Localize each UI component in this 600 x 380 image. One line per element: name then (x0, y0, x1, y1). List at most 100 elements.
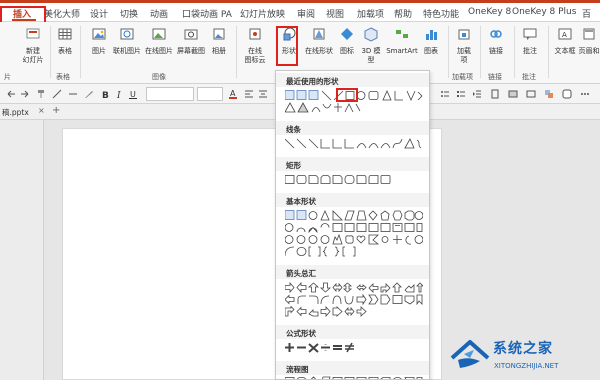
divider (448, 26, 449, 78)
more-options-icon[interactable] (580, 89, 590, 99)
format-painter-icon[interactable] (36, 89, 46, 99)
album-label: 相册 (212, 47, 226, 55)
tab-design[interactable]: 设计 (90, 7, 108, 20)
group-label-slides: 片 (4, 73, 11, 81)
align-left-icon[interactable] (244, 89, 254, 99)
smartart-button[interactable]: SmartArt (384, 26, 420, 56)
tab-pocket-animation[interactable]: 口袋动画 PA (182, 7, 232, 20)
svg-text:A: A (230, 89, 236, 98)
addin-icon (458, 29, 470, 40)
basic-shapes-row-3[interactable] (285, 234, 423, 245)
tab-onekey8plus[interactable]: OneKey 8 Plus (512, 7, 576, 17)
table-button[interactable]: 表格 (54, 26, 76, 56)
quick-style-icon[interactable] (562, 89, 572, 99)
file-close-icon[interactable]: × (38, 106, 45, 115)
tab-review[interactable]: 审阅 (297, 7, 315, 20)
link-button[interactable]: 链接 (484, 26, 508, 56)
textbox-icon: A (558, 28, 572, 40)
tab-beautify[interactable]: 美化大师 (44, 7, 80, 20)
comment-button[interactable]: 批注 (518, 26, 542, 56)
new-slide-button[interactable]: 新建 幻灯片 (20, 26, 46, 65)
section-equation-shapes: 公式形状 (276, 325, 429, 339)
online-shapes-icon (313, 28, 325, 40)
tab-view[interactable]: 视图 (326, 7, 344, 20)
flowchart-row[interactable] (285, 376, 423, 379)
screenshot-button[interactable]: 屏幕截图 (176, 26, 206, 56)
undo-icon[interactable] (6, 89, 16, 99)
3d-model-icon (364, 27, 378, 42)
align-center-icon[interactable] (258, 89, 268, 99)
online-image-label: 在线图片 (145, 47, 173, 55)
shape-outline-icon[interactable] (526, 89, 536, 99)
divider (50, 26, 51, 78)
picture-label: 图片 (92, 47, 106, 55)
basic-shapes-row-4[interactable] (285, 246, 423, 257)
addin-label: 加载 (457, 47, 471, 55)
bold-icon[interactable]: B (100, 89, 110, 99)
bullet-list-icon[interactable] (440, 89, 450, 99)
arrows-row-1[interactable] (285, 282, 423, 293)
watermark-title: 系统之家 (493, 341, 553, 357)
album-button[interactable]: 相册 (208, 26, 230, 56)
picture-button[interactable]: 图片 (88, 26, 110, 56)
rectangle-shape-highlight (336, 88, 358, 102)
tab-features[interactable]: 特色功能 (423, 7, 459, 20)
section-rectangles: 矩形 (276, 157, 429, 171)
basic-shapes-row-2[interactable] (285, 222, 423, 233)
tab-help[interactable]: 帮助 (394, 7, 412, 20)
tab-animations[interactable]: 动画 (150, 7, 168, 20)
equation-shapes-row[interactable] (285, 342, 423, 353)
divider (514, 26, 515, 78)
basic-shapes-row-1[interactable] (285, 210, 423, 221)
divider (80, 26, 81, 78)
smartart-icon (396, 30, 408, 38)
icon-cloud-button[interactable]: 在线 图标云 (242, 26, 268, 65)
font-size-input[interactable] (197, 87, 223, 101)
group-label-links: 链接 (488, 73, 502, 81)
shape-fill-icon[interactable] (508, 89, 518, 99)
lines-row[interactable] (285, 138, 423, 149)
arrows-row-2[interactable] (285, 294, 423, 305)
link-icon (490, 30, 502, 38)
tab-addins[interactable]: 加载项 (357, 7, 384, 20)
font-color-icon[interactable]: A (228, 89, 238, 99)
section-block-arrows: 箭头总汇 (276, 265, 429, 279)
italic-icon[interactable]: I (114, 89, 124, 99)
line-icon[interactable] (68, 89, 78, 99)
recent-shapes-row-2[interactable] (285, 102, 423, 113)
text-direction-icon[interactable] (490, 89, 500, 99)
textbox-label: 文本框 (554, 47, 576, 55)
divider (480, 26, 481, 78)
screenshot-label: 屏幕截图 (177, 47, 205, 55)
redo-icon[interactable] (20, 89, 30, 99)
svg-text:U: U (130, 90, 136, 99)
tab-onekey8[interactable]: OneKey 8 (468, 7, 511, 17)
file-tab[interactable]: 稿.pptx (2, 107, 29, 118)
rectangles-row[interactable] (285, 174, 423, 185)
arrange-icon[interactable] (544, 89, 554, 99)
icon-cloud-label: 在线 (248, 47, 262, 55)
numbered-list-icon[interactable] (456, 89, 466, 99)
arrow-icon[interactable] (52, 89, 62, 99)
new-file-tab-icon[interactable]: + (52, 105, 60, 116)
indent-icon[interactable] (472, 89, 482, 99)
tab-slideshow[interactable]: 幻灯片放映 (240, 7, 285, 20)
arrows-row-3[interactable] (285, 306, 423, 317)
underline-icon[interactable]: U (128, 89, 138, 99)
header-footer-button[interactable]: 页眉和 (578, 26, 600, 56)
font-name-input[interactable] (146, 87, 194, 101)
addin-button[interactable]: 加载 项 (452, 26, 476, 65)
pen-icon[interactable] (84, 89, 94, 99)
slide-thumbnail-panel[interactable] (0, 120, 44, 380)
chart-button[interactable]: 图表 (420, 26, 442, 56)
online-picture-button[interactable]: 联机图片 (112, 26, 142, 56)
online-shapes-button[interactable]: 在线形状 (304, 26, 334, 56)
icons-button[interactable]: 图标 (336, 26, 358, 56)
tab-transitions[interactable]: 切换 (120, 7, 138, 20)
shapes-button-highlight (276, 26, 298, 66)
textbox-button[interactable]: A 文本框 (552, 26, 578, 56)
online-image-button[interactable]: 在线图片 (144, 26, 174, 56)
tab-more[interactable]: 百 (582, 7, 591, 20)
3d-model-button[interactable]: 3D 模 型 (360, 26, 382, 65)
icon-cloud-icon (249, 28, 261, 40)
